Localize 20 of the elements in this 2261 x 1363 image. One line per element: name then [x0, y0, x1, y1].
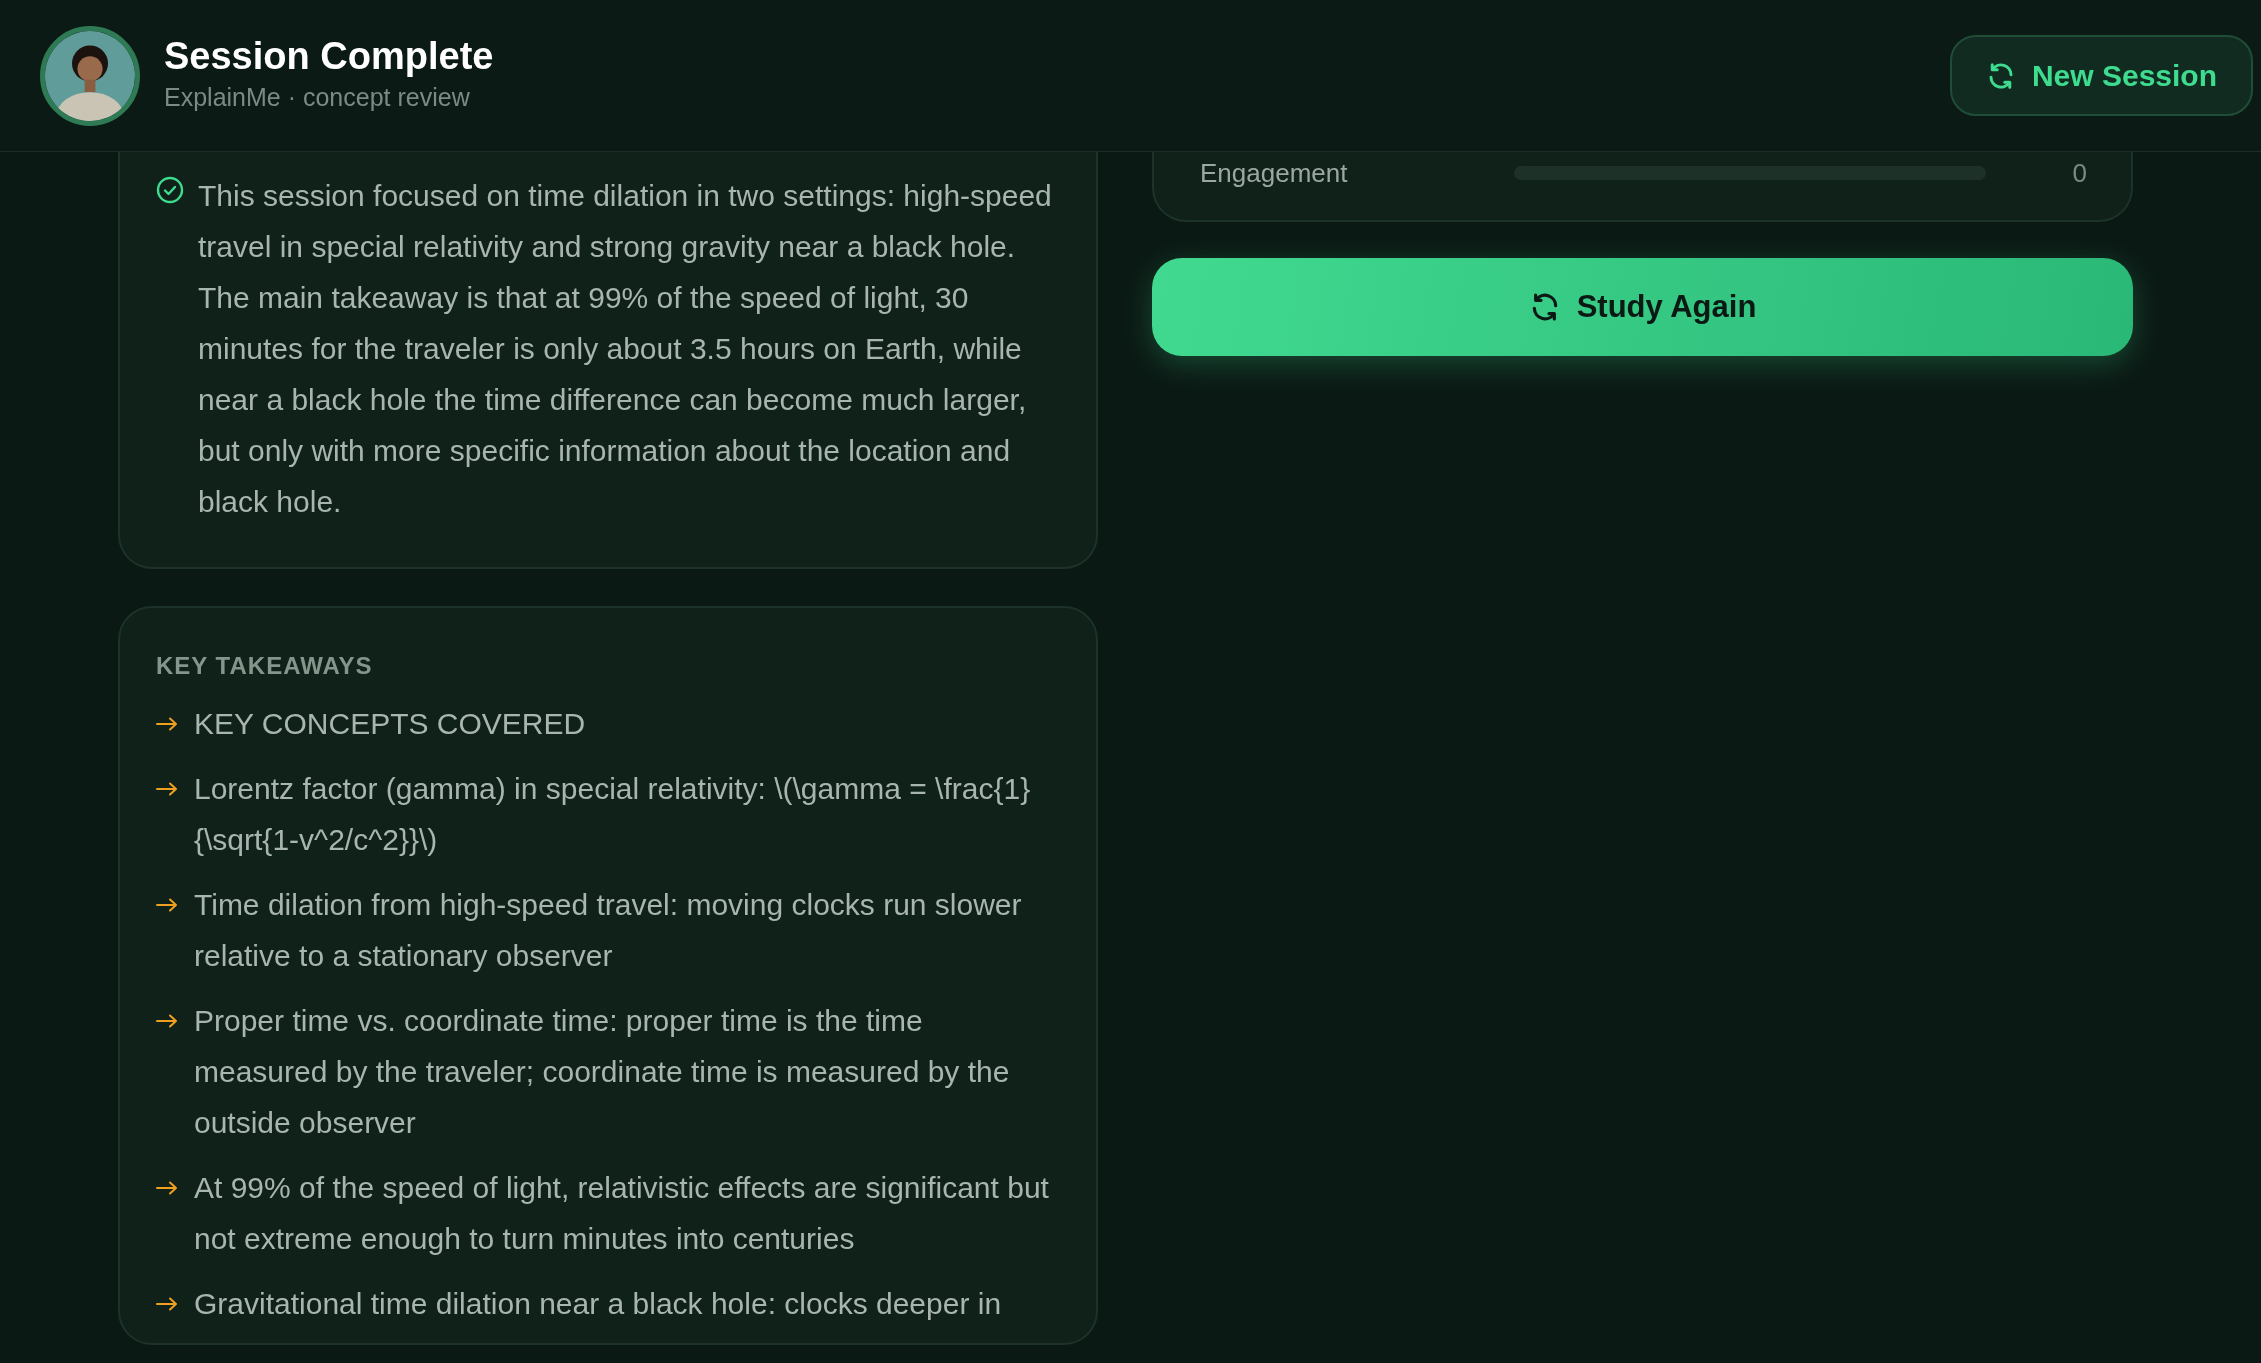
arrow-icon: [156, 1014, 178, 1028]
takeaway-text: Proper time vs. coordinate time: proper time is the time measured by the traveler; coordinate time is measured by the outside observer: [194, 1003, 1011, 1141]
metric-value: 0: [2072, 160, 2087, 186]
takeaway-text: Lorentz factor (gamma) in special relativity: \(\gamma = \frac{1}{\sqrt{1-v^2/c^2}}\): [194, 771, 1032, 858]
section-heading: KEY TAKEAWAYS: [156, 651, 374, 681]
takeaway-text: At 99% of the speed of light, relativistic effects are significant but not extreme enough to turn minutes into centuries: [194, 1170, 1050, 1257]
study-again-button[interactable]: Study Again: [1152, 258, 2133, 356]
new-session-button[interactable]: New Session: [1949, 35, 2253, 116]
page-title: Session Complete: [164, 34, 494, 79]
arrow-icon: [156, 717, 178, 731]
takeaway-text: Time dilation from high-speed travel: moving clocks run slower relative to a stationary observer: [194, 887, 1023, 974]
takeaway-text: Gravitational time dilation near a black hole: clocks deeper in: [194, 1286, 1002, 1322]
page-subtitle: ExplainMe · concept review: [164, 81, 471, 113]
summary-text: This session focused on time dilation in two settings: high-speed travel in special relativity and strong gravity near a black hole. The main takeaway is that at 99% of the speed of light, 30 minutes for the traveler is only about 3.5 hours on Earth, while near a black hole the time difference can become much larger, but only with more specific information about the location and black hole.: [198, 178, 1053, 520]
metric-label: Engagement: [1200, 160, 1349, 186]
takeaway-text: KEY CONCEPTS COVERED: [194, 706, 586, 742]
arrow-icon: [156, 1297, 178, 1311]
arrow-icon: [156, 782, 178, 796]
arrow-icon: [156, 1181, 178, 1195]
arrow-icon: [156, 898, 178, 912]
